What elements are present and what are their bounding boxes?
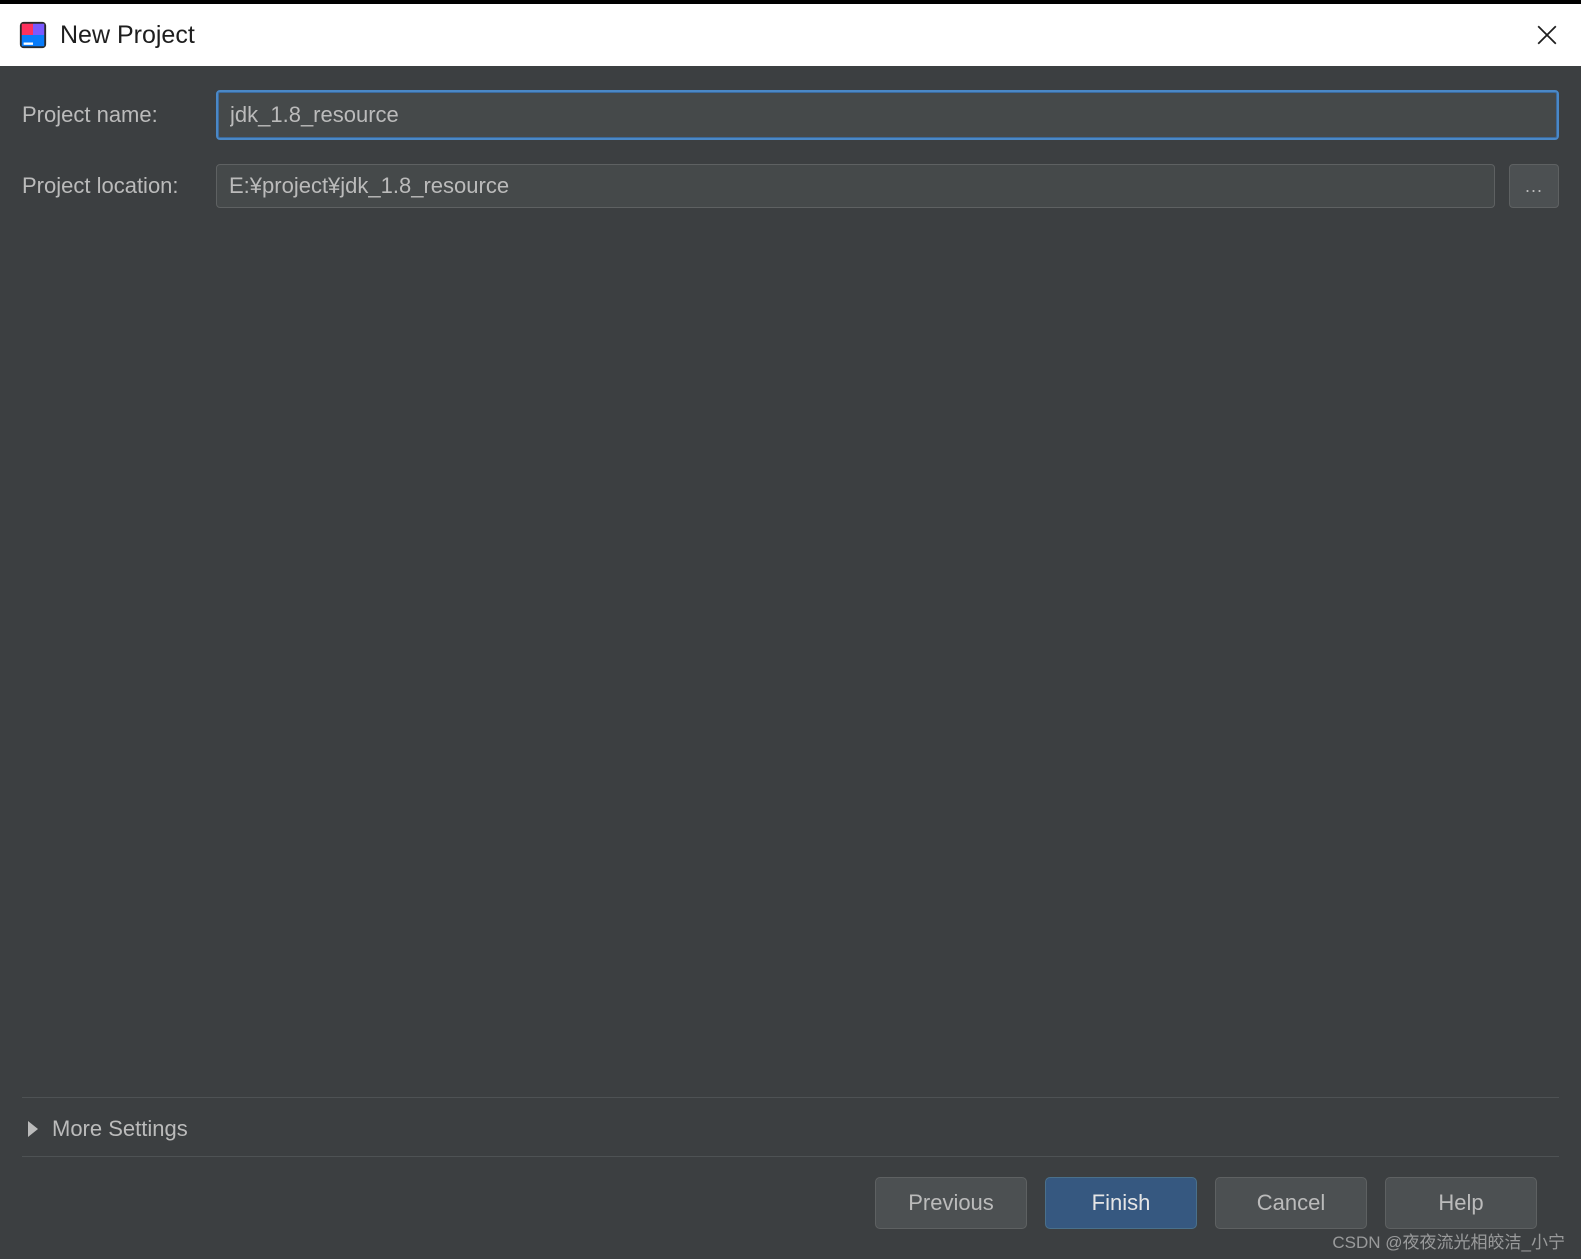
project-location-input-wrap[interactable] <box>216 164 1495 208</box>
finish-button[interactable]: Finish <box>1045 1177 1197 1229</box>
button-bar: Previous Finish Cancel Help <box>22 1156 1559 1259</box>
project-name-input[interactable] <box>228 101 1547 129</box>
project-location-row: Project location: ... <box>22 164 1559 208</box>
project-name-label: Project name: <box>22 102 216 128</box>
close-button[interactable] <box>1527 15 1567 55</box>
project-name-input-wrap[interactable] <box>216 90 1559 140</box>
project-name-row: Project name: <box>22 90 1559 140</box>
dialog-title: New Project <box>60 21 1527 50</box>
project-location-input[interactable] <box>227 172 1484 200</box>
cancel-button[interactable]: Cancel <box>1215 1177 1367 1229</box>
body-spacer <box>22 232 1559 1097</box>
help-button[interactable]: Help <box>1385 1177 1537 1229</box>
previous-button[interactable]: Previous <box>875 1177 1027 1229</box>
more-settings-toggle[interactable]: More Settings <box>22 1097 1559 1156</box>
triangle-right-icon <box>28 1121 38 1137</box>
titlebar: New Project <box>0 4 1581 66</box>
project-location-label: Project location: <box>22 173 216 199</box>
dialog-body: Project name: Project location: ... More… <box>0 66 1581 1259</box>
close-icon <box>1536 24 1558 46</box>
more-settings-label: More Settings <box>52 1116 188 1142</box>
intellij-icon <box>18 20 48 50</box>
new-project-dialog: New Project Project name: Project locati… <box>0 4 1581 1259</box>
browse-location-button[interactable]: ... <box>1509 164 1559 208</box>
